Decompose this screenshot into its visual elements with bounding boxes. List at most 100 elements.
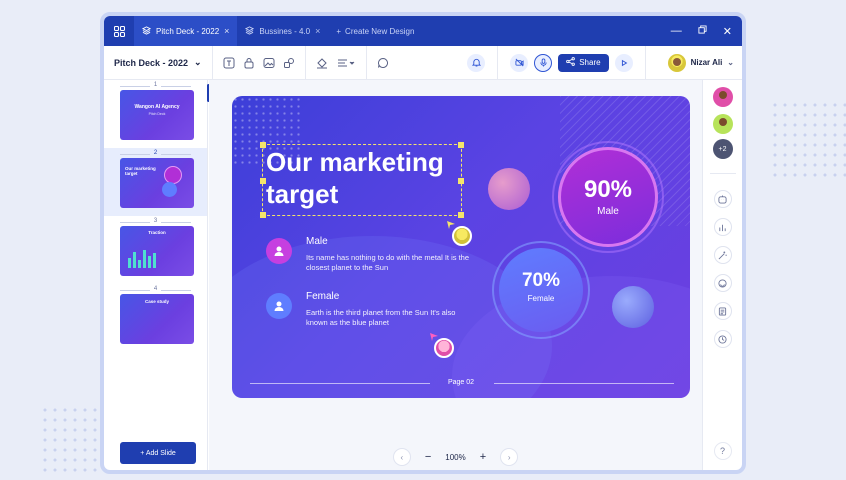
slide-title-text: Our marketing target (266, 147, 444, 209)
collaborator-avatar[interactable] (712, 114, 733, 134)
chevron-down-icon: ⌄ (727, 58, 734, 67)
next-slide-button[interactable]: › (500, 448, 519, 466)
slide-preview: Traction (120, 226, 194, 276)
notes-icon[interactable] (713, 302, 732, 320)
divider (212, 45, 213, 80)
tab-pitch-deck[interactable]: Pitch Deck - 2022 × (134, 16, 238, 46)
female-stat-circle[interactable]: 70% Female (499, 248, 583, 332)
thumb-subtitle: Pitch Deck (148, 112, 166, 116)
text-tool-icon[interactable] (219, 53, 239, 73)
decor-sphere (612, 286, 654, 328)
clock-history-icon[interactable] (713, 330, 732, 348)
thumb-title: Case study (144, 299, 169, 304)
ai-assistant-icon[interactable] (713, 190, 732, 208)
layers-icon (141, 25, 152, 37)
window-controls: — ✕ (671, 25, 742, 38)
document-title: Pitch Deck - 2022 (114, 57, 189, 68)
right-panel: +2 ? (702, 80, 742, 470)
collaborator-cursor-avatar (452, 226, 472, 246)
male-description: Its name has nothing to do with the meta… (306, 253, 470, 272)
apps-grid-icon[interactable] (104, 16, 134, 46)
male-stat-circle[interactable]: 90% Male (558, 147, 658, 247)
decor-dots (770, 100, 846, 180)
tab-bar: Pitch Deck - 2022 × Bussines - 4.0 × + C… (104, 16, 742, 46)
page-label: Page 02 (447, 379, 475, 386)
share-icon (566, 57, 576, 68)
document-title-dropdown[interactable]: Pitch Deck - 2022 ⌄ (114, 57, 206, 68)
slide-number: 4 (104, 286, 207, 292)
share-button[interactable]: Share (558, 53, 609, 72)
play-present-icon[interactable] (614, 53, 633, 72)
emoji-icon[interactable] (713, 274, 732, 292)
lock-icon[interactable] (239, 53, 259, 73)
divider (497, 45, 499, 80)
slide-thumbnail-4[interactable]: 4 Case study (104, 284, 207, 352)
align-icon[interactable] (332, 53, 360, 73)
thumb-stat-female (162, 182, 177, 197)
slide-preview: Case study (120, 294, 194, 344)
zoom-out-button[interactable]: − (425, 451, 431, 463)
female-description: Earth is the third planet from the Sun I… (306, 308, 456, 327)
divider (709, 173, 736, 174)
resize-handle[interactable] (260, 212, 266, 218)
slide-thumbnail-1[interactable]: 1 Wangon AI Agency Pitch Deck (104, 80, 207, 148)
tab-bussines[interactable]: Bussines - 4.0 × (237, 16, 328, 46)
slide-preview: Wangon AI Agency Pitch Deck (120, 90, 194, 140)
thumb-title: Our marketing target (125, 166, 156, 176)
shapes-icon[interactable] (279, 53, 299, 73)
slide-canvas[interactable]: Our marketing target Male Its name has n… (232, 96, 690, 398)
avatar (667, 53, 686, 72)
divider (644, 45, 646, 80)
image-icon[interactable] (259, 53, 279, 73)
male-label: Male (306, 236, 328, 247)
plus-icon: + (336, 26, 342, 36)
create-new-design-button[interactable]: + Create New Design (328, 27, 422, 36)
female-stat-value: 70% (521, 270, 561, 291)
collaborator-cursor-avatar (434, 338, 454, 358)
toolbar: Pitch Deck - 2022 ⌄ Share Nizar Ali ⌄ (104, 45, 742, 80)
tab-label: Bussines - 4.0 (259, 26, 311, 36)
female-legend[interactable]: Female Earth is the third planet from th… (266, 291, 476, 328)
thumb-title: Traction (148, 230, 166, 235)
slides-panel: 1 Wangon AI Agency Pitch Deck 2 Our mark… (104, 80, 208, 470)
app-window: Pitch Deck - 2022 × Bussines - 4.0 × + C… (100, 12, 746, 474)
video-off-icon[interactable] (510, 53, 529, 72)
close-icon[interactable]: × (224, 26, 229, 36)
comment-icon[interactable] (373, 53, 393, 73)
layers-icon (245, 25, 255, 37)
fill-bucket-icon[interactable] (312, 53, 332, 73)
female-label: Female (306, 291, 340, 302)
thumb-bar-chart (128, 248, 162, 268)
previous-slide-button[interactable]: ‹ (392, 448, 411, 466)
minimize-icon[interactable]: — (671, 25, 682, 38)
slide-thumbnail-2[interactable]: 2 Our marketing target (104, 148, 207, 216)
slide-preview: Our marketing target (120, 158, 194, 208)
slide-thumbnail-3[interactable]: 3 Traction (104, 216, 207, 284)
chart-icon[interactable] (713, 218, 732, 236)
slide-number: 1 (104, 82, 207, 88)
user-menu[interactable]: Nizar Ali ⌄ (667, 53, 734, 72)
restore-icon[interactable] (698, 24, 707, 38)
resize-handle[interactable] (458, 212, 464, 218)
help-button[interactable]: ? (713, 442, 732, 460)
microphone-icon[interactable] (534, 53, 553, 72)
share-label: Share (579, 58, 601, 67)
thumb-title: Wangon AI Agency (134, 104, 180, 110)
decor-sphere (488, 168, 530, 210)
zoom-controls: ‹ − 100% + › (209, 446, 702, 468)
create-new-design-label: Create New Design (345, 26, 415, 36)
notification-bell-icon[interactable] (467, 53, 486, 72)
user-name: Nizar Ali (690, 58, 723, 67)
male-user-icon (266, 238, 292, 264)
male-legend[interactable]: Male Its name has nothing to do with the… (266, 236, 476, 273)
more-collaborators-badge[interactable]: +2 (712, 139, 733, 159)
add-slide-button[interactable]: + Add Slide (120, 442, 196, 464)
slide-title[interactable]: Our marketing target (266, 146, 466, 210)
collaborator-avatar[interactable] (712, 87, 733, 107)
zoom-in-button[interactable]: + (480, 451, 486, 463)
divider (366, 45, 367, 80)
magic-wand-icon[interactable] (713, 246, 732, 264)
close-icon[interactable]: × (315, 26, 320, 36)
divider (305, 45, 306, 80)
close-window-icon[interactable]: ✕ (723, 25, 732, 38)
